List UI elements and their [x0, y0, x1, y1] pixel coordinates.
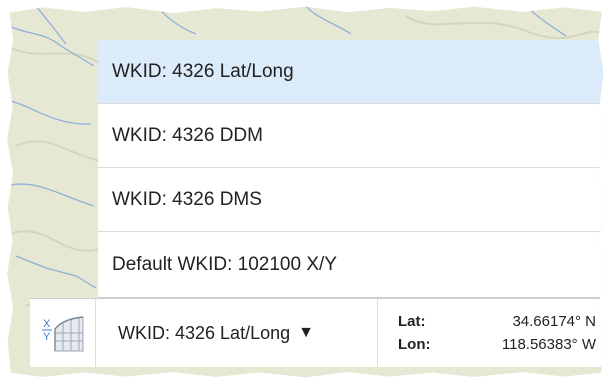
chevron-down-icon: ▼ — [298, 324, 314, 341]
wkid-dropdown-list: WKID: 4326 Lat/Long WKID: 4326 DDM WKID:… — [98, 40, 604, 298]
xy-coordinate-icon: X Y — [41, 316, 83, 352]
xy-toggle-button[interactable]: X Y — [30, 299, 96, 367]
coordinate-toolbar: X Y WKID: 4326 Lat/Long ▼ Lat: 34.66174°… — [30, 298, 604, 367]
lon-value: 118.56383° W — [501, 336, 596, 353]
lon-label: Lon: — [398, 336, 431, 353]
wkid-selector[interactable]: WKID: 4326 Lat/Long ▼ — [96, 299, 378, 367]
lon-row: Lon: 118.56383° W — [398, 333, 596, 356]
lat-row: Lat: 34.66174° N — [398, 310, 596, 333]
lat-value: 34.66174° N — [512, 313, 596, 330]
wkid-option-ddm[interactable]: WKID: 4326 DDM — [98, 104, 604, 168]
svg-text:Y: Y — [43, 331, 51, 343]
screenshot-frame: WKID: 4326 Lat/Long WKID: 4326 DDM WKID:… — [7, 6, 604, 378]
wkid-option-default-xy[interactable]: Default WKID: 102100 X/Y — [98, 232, 604, 298]
coordinate-readout: Lat: 34.66174° N Lon: 118.56383° W — [378, 299, 604, 367]
lat-label: Lat: — [398, 313, 426, 330]
wkid-selector-label: WKID: 4326 Lat/Long — [118, 322, 291, 343]
svg-text:X: X — [43, 318, 51, 330]
wkid-option-dms[interactable]: WKID: 4326 DMS — [98, 168, 604, 232]
wkid-option-latlong[interactable]: WKID: 4326 Lat/Long — [98, 40, 604, 104]
